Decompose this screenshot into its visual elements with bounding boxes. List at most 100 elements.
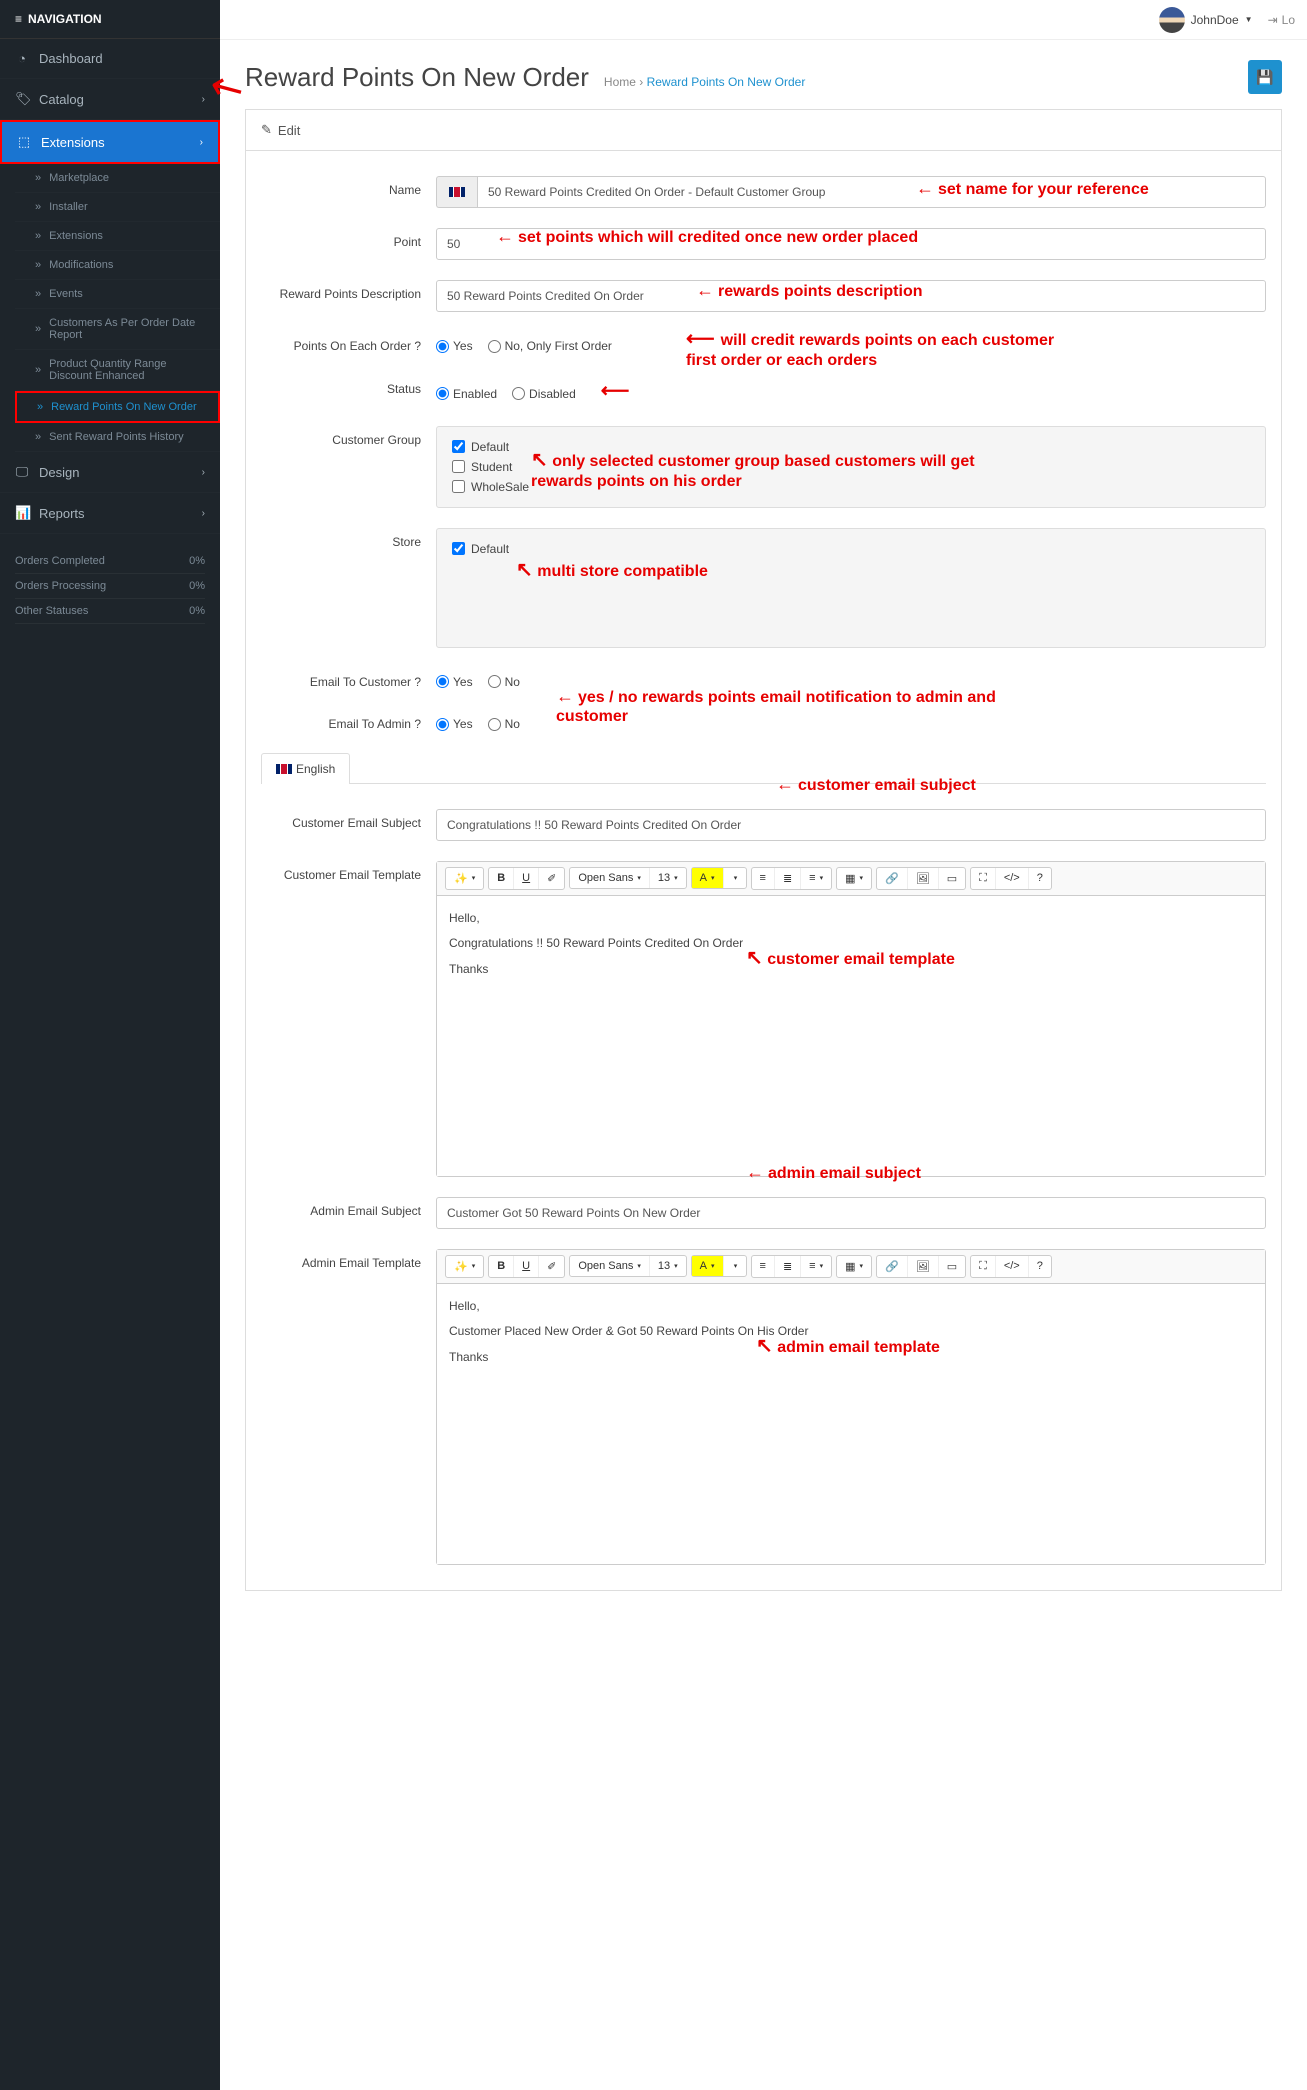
link-button[interactable]: 🔗: [877, 1256, 908, 1277]
admin-template-body[interactable]: Hello, Customer Placed New Order & Got 5…: [437, 1284, 1265, 1564]
fullscreen-button[interactable]: ⛶: [971, 1256, 996, 1277]
admin-subject-input[interactable]: [436, 1197, 1266, 1229]
bold-button[interactable]: B: [489, 868, 514, 889]
desc-input[interactable]: [436, 280, 1266, 312]
ul-button[interactable]: ≡: [752, 1256, 775, 1277]
help-button[interactable]: ?: [1029, 868, 1051, 889]
radio-email-cust-no[interactable]: No: [488, 675, 520, 689]
ol-button[interactable]: ≣: [775, 1256, 801, 1277]
store-box: Default: [436, 528, 1266, 648]
email-admin-label: Email To Admin ?: [261, 710, 436, 733]
cust-subject-input[interactable]: [436, 809, 1266, 841]
size-select[interactable]: 13▾: [650, 1256, 686, 1276]
name-label: Name: [261, 176, 436, 199]
tab-english[interactable]: English: [261, 753, 350, 784]
uk-flag-icon: [276, 764, 292, 774]
name-input[interactable]: [477, 176, 1266, 208]
nav-reports[interactable]: 📊Reports›: [0, 493, 220, 534]
image-button[interactable]: 🖼: [908, 1256, 939, 1277]
save-button[interactable]: 💾: [1248, 60, 1282, 94]
breadcrumb-current[interactable]: Reward Points On New Order: [647, 75, 806, 89]
nav-sub-modifications[interactable]: Modifications: [15, 251, 220, 280]
font-select[interactable]: Open Sans▾: [570, 1256, 650, 1276]
nav-sub-product-qty[interactable]: Product Quantity Range Discount Enhanced: [15, 350, 220, 391]
language-tabs: English: [261, 753, 1266, 784]
table-button[interactable]: ▦▾: [837, 868, 871, 889]
nav-sub-reward-points[interactable]: Reward Points On New Order: [15, 391, 220, 423]
admin-template-label: Admin Email Template: [261, 1249, 436, 1272]
logout-link[interactable]: ⇥Lo: [1268, 13, 1295, 27]
email-customer-label: Email To Customer ?: [261, 668, 436, 691]
wand-icon[interactable]: ✨▾: [446, 1256, 483, 1277]
breadcrumb-home[interactable]: Home: [604, 75, 636, 89]
more-color-button[interactable]: ▾: [724, 868, 746, 888]
ol-button[interactable]: ≣: [775, 868, 801, 889]
chevron-right-icon: ›: [202, 508, 205, 519]
size-select[interactable]: 13▾: [650, 868, 686, 888]
nav-sub-customers-report[interactable]: Customers As Per Order Date Report: [15, 309, 220, 350]
radio-status-disabled[interactable]: Disabled: [512, 382, 576, 406]
customer-group-label: Customer Group: [261, 426, 436, 449]
underline-button[interactable]: U: [514, 868, 539, 889]
monitor-icon: 🖵: [15, 464, 29, 480]
nav-design[interactable]: 🖵Design›: [0, 452, 220, 493]
panel-header: ✎Edit: [246, 110, 1281, 151]
code-button[interactable]: </>: [996, 1256, 1029, 1277]
customer-group-box: Default Student WholeSale: [436, 426, 1266, 508]
nav-sub-sent-history[interactable]: Sent Reward Points History: [15, 423, 220, 452]
group-default[interactable]: Default: [452, 437, 1250, 457]
radio-email-admin-yes[interactable]: Yes: [436, 717, 473, 731]
stats-block: Orders Completed0% Orders Processing0% O…: [0, 534, 220, 639]
table-button[interactable]: ▦▾: [837, 1256, 871, 1277]
nav-sub-installer[interactable]: Installer: [15, 193, 220, 222]
main-content: JohnDoe ▼ ⇥Lo ↖ Reward Points On New Ord…: [220, 0, 1307, 2090]
user-dropdown[interactable]: JohnDoe ▼: [1159, 7, 1253, 33]
bold-button[interactable]: B: [489, 1256, 514, 1277]
underline-button[interactable]: U: [514, 1256, 539, 1277]
sidebar: ≡NAVIGATION ◔Dashboard 🏷Catalog› ⬚Extens…: [0, 0, 220, 2090]
group-wholesale[interactable]: WholeSale: [452, 477, 1250, 497]
nav-sub-events[interactable]: Events: [15, 280, 220, 309]
chevron-right-icon: ›: [200, 137, 203, 148]
cust-template-body[interactable]: Hello, Congratulations !! 50 Reward Poin…: [437, 896, 1265, 1176]
store-label: Store: [261, 528, 436, 551]
top-bar: JohnDoe ▼ ⇥Lo: [220, 0, 1307, 40]
radio-email-cust-yes[interactable]: Yes: [436, 675, 473, 689]
clear-format-button[interactable]: ✐: [539, 1256, 564, 1277]
chart-icon: 📊: [15, 505, 29, 521]
code-button[interactable]: </>: [996, 868, 1029, 889]
video-button[interactable]: ▭: [939, 868, 965, 889]
video-button[interactable]: ▭: [939, 1256, 965, 1277]
ul-button[interactable]: ≡: [752, 868, 775, 889]
annotation-status-arrow: ⟵: [601, 379, 630, 403]
nav-extensions[interactable]: ⬚Extensions›: [0, 120, 220, 164]
fullscreen-button[interactable]: ⛶: [971, 868, 996, 889]
text-color-button[interactable]: A▾: [692, 868, 724, 888]
radio-each-no[interactable]: No, Only First Order: [488, 339, 612, 353]
chevron-right-icon: ›: [202, 94, 205, 105]
link-button[interactable]: 🔗: [877, 868, 908, 889]
store-default[interactable]: Default: [452, 539, 1250, 559]
group-student[interactable]: Student: [452, 457, 1250, 477]
text-color-button[interactable]: A▾: [692, 1256, 724, 1276]
help-button[interactable]: ?: [1029, 1256, 1051, 1277]
radio-status-enabled[interactable]: Enabled: [436, 382, 497, 406]
nav-sub-marketplace[interactable]: Marketplace: [15, 164, 220, 193]
puzzle-icon: ⬚: [17, 134, 31, 150]
align-button[interactable]: ≡▾: [801, 868, 831, 889]
wand-icon[interactable]: ✨▾: [446, 868, 483, 889]
cust-subject-label: Customer Email Subject: [261, 809, 436, 832]
nav-sub-extensions[interactable]: Extensions: [15, 222, 220, 251]
clear-format-button[interactable]: ✐: [539, 868, 564, 889]
dashboard-icon: ◔: [15, 51, 29, 66]
point-input[interactable]: [436, 228, 1266, 260]
align-button[interactable]: ≡▾: [801, 1256, 831, 1277]
font-select[interactable]: Open Sans▾: [570, 868, 650, 888]
more-color-button[interactable]: ▾: [724, 1256, 746, 1276]
logout-icon: ⇥: [1268, 13, 1278, 27]
nav-catalog[interactable]: 🏷Catalog›: [0, 79, 220, 120]
image-button[interactable]: 🖼: [908, 868, 939, 889]
nav-dashboard[interactable]: ◔Dashboard: [0, 39, 220, 79]
radio-each-yes[interactable]: Yes: [436, 339, 473, 353]
radio-email-admin-no[interactable]: No: [488, 717, 520, 731]
